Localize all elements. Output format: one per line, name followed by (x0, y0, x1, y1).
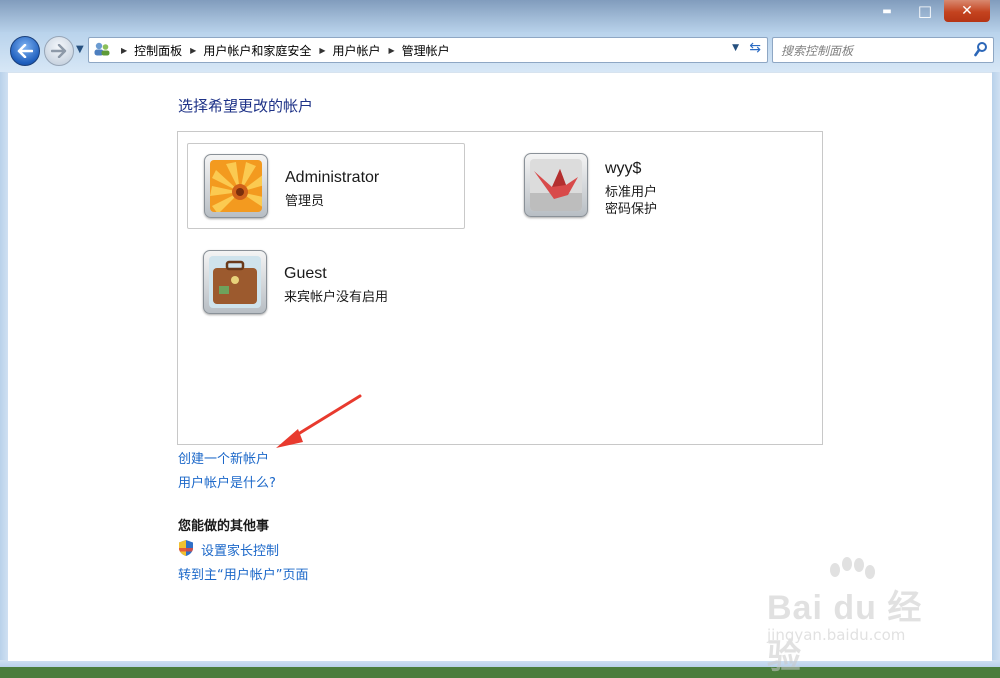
recent-pages-dropdown-icon[interactable]: ▼ (76, 44, 84, 55)
arrow-right-icon (51, 44, 67, 58)
shield-icon (179, 540, 193, 556)
paper-crane-picture (530, 159, 582, 211)
avatar (204, 154, 268, 218)
title-bar (0, 0, 1000, 32)
breadcrumb-control-panel[interactable]: 控制面板 (134, 42, 182, 59)
search-icon[interactable] (974, 41, 988, 57)
refresh-icon[interactable]: ⇆ (749, 40, 761, 56)
breadcrumb: ▶ 控制面板 ▶ 用户帐户和家庭安全 ▶ 用户帐户 ▶ 管理帐户 (113, 38, 450, 62)
address-history-dropdown-icon[interactable]: ▼ (732, 43, 739, 53)
search-box[interactable] (772, 37, 994, 63)
breadcrumb-user-accounts[interactable]: 用户帐户 (333, 42, 381, 59)
account-type: 管理员 (285, 194, 325, 209)
avatar (203, 250, 267, 314)
window-frame-right (992, 72, 1000, 667)
window-frame-left (0, 72, 8, 667)
maximize-button[interactable]: □ (906, 0, 944, 22)
minimize-button[interactable]: ▬ (868, 0, 906, 22)
avatar (524, 153, 588, 217)
goto-main-user-accounts-link[interactable]: 转到主“用户帐户”页面 (178, 564, 308, 583)
breadcrumb-manage-accounts[interactable]: 管理帐户 (402, 42, 450, 59)
account-name: Guest (284, 265, 327, 282)
account-tile-administrator[interactable]: Administrator 管理员 (187, 143, 465, 229)
orange-flower-picture (210, 160, 262, 212)
users-icon (94, 42, 110, 56)
account-tile-guest[interactable]: Guest 来宾帐户没有启用 (187, 240, 463, 324)
page-title: 选择希望更改的帐户 (178, 97, 314, 115)
account-name: Administrator (285, 169, 380, 186)
account-password-status: 密码保护 (605, 202, 658, 217)
search-input[interactable] (779, 41, 968, 61)
create-account-link[interactable]: 创建一个新帐户 (178, 448, 269, 467)
address-bar[interactable]: ▶ 控制面板 ▶ 用户帐户和家庭安全 ▶ 用户帐户 ▶ 管理帐户 ▼ ⇆ (88, 37, 768, 63)
watermark-url: jingyan.baidu.com (767, 626, 906, 644)
close-button[interactable]: ✕ (944, 0, 990, 22)
breadcrumb-user-accounts-family-safety[interactable]: 用户帐户和家庭安全 (203, 42, 311, 59)
chevron-right-icon[interactable]: ▶ (190, 46, 196, 55)
arrow-left-icon (17, 44, 33, 58)
baidu-jingyan-watermark: Bai du 经验 jingyan.baidu.com (765, 556, 955, 676)
account-status: 来宾帐户没有启用 (284, 290, 389, 305)
control-panel-window: ▬ □ ✕ ▼ ▶ 控制面板 ▶ 用户帐户和家庭安全 ▶ 用户帐户 ▶ 管理帐户… (0, 0, 1000, 676)
forward-button[interactable] (44, 36, 74, 66)
account-tile-wyy[interactable]: wyy$ 标准用户 密码保护 (508, 143, 784, 227)
chevron-right-icon[interactable]: ▶ (389, 46, 395, 55)
what-is-account-link[interactable]: 用户帐户是什么? (178, 472, 276, 491)
back-button[interactable] (10, 36, 40, 66)
account-name: wyy$ (605, 160, 642, 177)
parental-controls-link[interactable]: 设置家长控制 (201, 540, 279, 559)
suitcase-picture (209, 256, 261, 308)
other-tasks-heading: 您能做的其他事 (178, 519, 270, 534)
chevron-right-icon[interactable]: ▶ (121, 46, 127, 55)
annotation-arrow-icon (276, 394, 362, 448)
chevron-right-icon[interactable]: ▶ (319, 46, 325, 55)
navigation-bar: ▼ ▶ 控制面板 ▶ 用户帐户和家庭安全 ▶ 用户帐户 ▶ 管理帐户 ▼ ⇆ (6, 35, 996, 66)
